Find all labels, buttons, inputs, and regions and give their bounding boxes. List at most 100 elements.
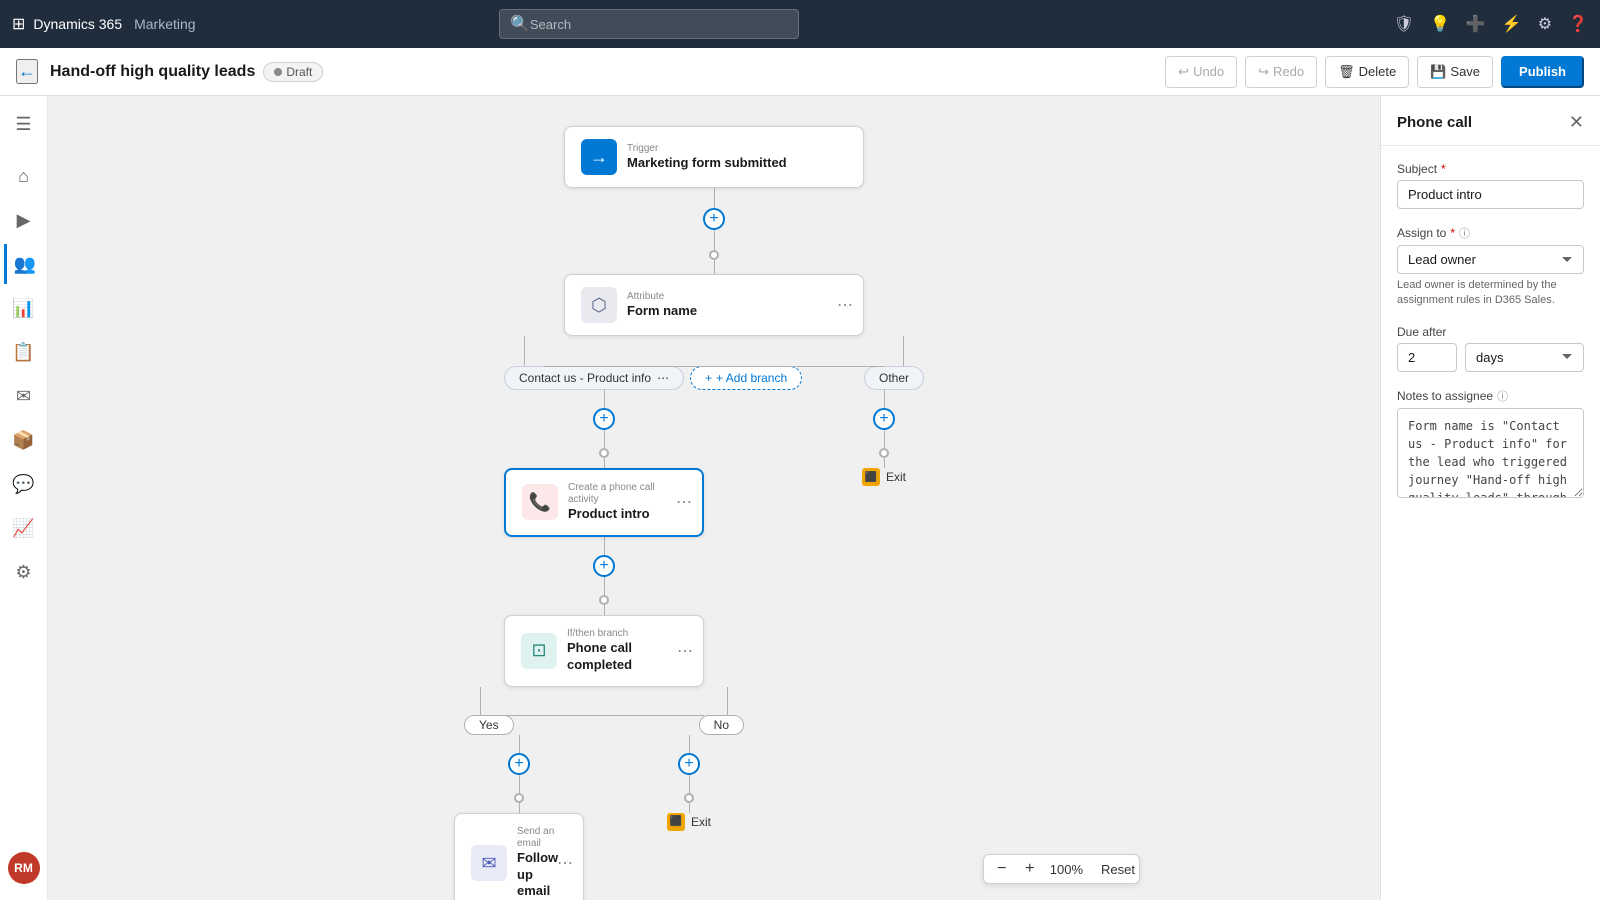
- due-after-field-group: Due after days hours weeks: [1397, 325, 1584, 372]
- due-after-unit-select[interactable]: days hours weeks: [1465, 343, 1584, 372]
- right-branch-col: + ⬛ Exit: [844, 390, 924, 900]
- conn-no-3: [689, 803, 690, 813]
- topbar-brand: Dynamics 365: [33, 16, 122, 32]
- trigger-node-container: → Trigger Marketing form submitted + ⬡ A…: [474, 126, 954, 900]
- notes-textarea[interactable]: Form name is "Contact us - Product info"…: [1397, 408, 1584, 498]
- command-bar: ← Hand-off high quality leads Draft ↩ Un…: [0, 48, 1600, 96]
- nav-emails[interactable]: ✉: [4, 376, 44, 416]
- filter-icon[interactable]: ⚡: [1502, 14, 1522, 34]
- conn-left-6: [604, 605, 605, 615]
- nav-contacts[interactable]: 👥: [4, 244, 44, 284]
- branch-other-pill[interactable]: Other: [864, 366, 924, 390]
- conn-right-2: [884, 430, 885, 448]
- conn-yes-1: [519, 735, 520, 753]
- branch-v-right: [903, 336, 904, 366]
- zoom-reset-button[interactable]: Reset: [1093, 855, 1135, 883]
- nav-settings2[interactable]: ⚙: [4, 552, 44, 592]
- subject-field-group: Subject *: [1397, 162, 1584, 209]
- draft-dot: [274, 68, 282, 76]
- nav-journeys[interactable]: ▶: [4, 200, 44, 240]
- yes-pill[interactable]: Yes: [464, 715, 514, 735]
- panel-body: Subject * Assign to * ⓘ Lead owner Lead …: [1381, 146, 1600, 900]
- nav-analytics[interactable]: 📈: [4, 508, 44, 548]
- status-badge: Draft: [263, 62, 323, 82]
- add-yes[interactable]: +: [508, 753, 530, 775]
- lightbulb-icon[interactable]: 💡: [1430, 14, 1450, 34]
- user-avatar[interactable]: RM: [8, 852, 40, 884]
- main-area: ☰ ⌂ ▶ 👥 📊 📋 ✉ 📦 💬 📈 ⚙ RM → Trigger Marke…: [0, 96, 1600, 900]
- phone-more-button[interactable]: ⋯: [676, 492, 692, 512]
- notes-field-group: Notes to assignee ⓘ Form name is "Contac…: [1397, 388, 1584, 503]
- status-label: Draft: [286, 65, 312, 79]
- assign-required: *: [1450, 226, 1455, 240]
- branch-pills-row: Contact us - Product info ⋯ + + Add bran…: [474, 336, 954, 390]
- undo-button[interactable]: ↩ Undo: [1165, 56, 1237, 88]
- plus-icon[interactable]: ➕: [1466, 14, 1486, 34]
- add-no[interactable]: +: [678, 753, 700, 775]
- add-branch-button[interactable]: + + Add branch: [690, 366, 802, 390]
- add-after-phone[interactable]: +: [593, 555, 615, 577]
- zoom-in-button[interactable]: +: [1016, 855, 1044, 883]
- add-right[interactable]: +: [873, 408, 895, 430]
- attribute-node[interactable]: ⬡ Attribute Form name ⋯: [564, 274, 864, 336]
- yn-section: Yes No +: [454, 687, 754, 900]
- search-input[interactable]: [530, 17, 788, 32]
- branch-h-line: [544, 366, 884, 367]
- zoom-out-button[interactable]: −: [988, 855, 1016, 883]
- back-button[interactable]: ←: [16, 59, 38, 84]
- yn-h-line: [504, 715, 704, 716]
- email-node[interactable]: ✉ Send an email Follow up email ⋯: [454, 813, 584, 900]
- ifthen-node[interactable]: ⊡ If/then branch Phone call completed ⋯: [504, 615, 704, 687]
- branch-contact-pill[interactable]: Contact us - Product info ⋯: [504, 366, 684, 390]
- trigger-text: Trigger Marketing form submitted: [627, 143, 787, 172]
- trigger-icon: →: [581, 139, 617, 175]
- assign-to-field-group: Assign to * ⓘ Lead owner Lead owner is d…: [1397, 225, 1584, 309]
- panel-close-button[interactable]: ✕: [1569, 112, 1584, 133]
- branch-left-group: Contact us - Product info ⋯ + + Add bran…: [504, 366, 802, 390]
- subject-required: *: [1441, 162, 1446, 176]
- help-icon[interactable]: 🛡: [1394, 14, 1414, 34]
- conn-no-2: [689, 775, 690, 793]
- left-branch-col: + 📞 Create a phone call activity Product…: [504, 390, 704, 900]
- conn-no-1: [689, 735, 690, 753]
- no-pill[interactable]: No: [699, 715, 744, 735]
- connector-2: [714, 230, 715, 250]
- settings-icon[interactable]: ⚙: [1538, 14, 1552, 34]
- phone-call-node[interactable]: 📞 Create a phone call activity Product i…: [504, 468, 704, 537]
- save-button[interactable]: 💾 Save: [1417, 56, 1493, 88]
- zoom-level: 100%: [1044, 862, 1089, 877]
- nav-segments[interactable]: 📊: [4, 288, 44, 328]
- hamburger-menu[interactable]: ☰: [4, 104, 44, 144]
- attribute-more-button[interactable]: ⋯: [837, 295, 853, 315]
- add-before-phone[interactable]: +: [593, 408, 615, 430]
- nav-home[interactable]: ⌂: [4, 156, 44, 196]
- email-more-button[interactable]: ⋯: [557, 853, 573, 873]
- connector-1: [714, 188, 715, 208]
- branch-content-row: + 📞 Create a phone call activity Product…: [474, 390, 954, 900]
- exit-right: ⬛ Exit: [862, 468, 906, 486]
- dot-right: [879, 448, 889, 458]
- ifthen-text: If/then branch Phone call completed: [567, 628, 687, 674]
- search-bar[interactable]: 🔍: [499, 9, 799, 39]
- add-after-trigger[interactable]: +: [703, 208, 725, 230]
- trigger-node[interactable]: → Trigger Marketing form submitted: [564, 126, 864, 188]
- dot-left: [599, 448, 609, 458]
- publish-button[interactable]: Publish: [1501, 56, 1584, 88]
- journey-canvas[interactable]: → Trigger Marketing form submitted + ⬡ A…: [48, 96, 1380, 900]
- exit-no-icon: ⬛: [667, 813, 685, 831]
- ifthen-more-button[interactable]: ⋯: [677, 641, 693, 661]
- subject-input[interactable]: [1397, 180, 1584, 209]
- nav-assets[interactable]: 📦: [4, 420, 44, 460]
- delete-button[interactable]: 🗑 Delete: [1325, 56, 1409, 88]
- question-icon[interactable]: ❓: [1568, 14, 1588, 34]
- branch-pill-menu[interactable]: ⋯: [657, 371, 669, 385]
- grid-icon[interactable]: ⊞: [12, 14, 25, 34]
- conn-right-1: [884, 390, 885, 408]
- no-col: + ⬛ Exit: [624, 735, 754, 900]
- dot-no: [684, 793, 694, 803]
- nav-forms[interactable]: 📋: [4, 332, 44, 372]
- nav-chat[interactable]: 💬: [4, 464, 44, 504]
- redo-button[interactable]: ↪ Redo: [1245, 56, 1317, 88]
- due-after-number[interactable]: [1397, 343, 1457, 372]
- assign-to-select[interactable]: Lead owner: [1397, 245, 1584, 274]
